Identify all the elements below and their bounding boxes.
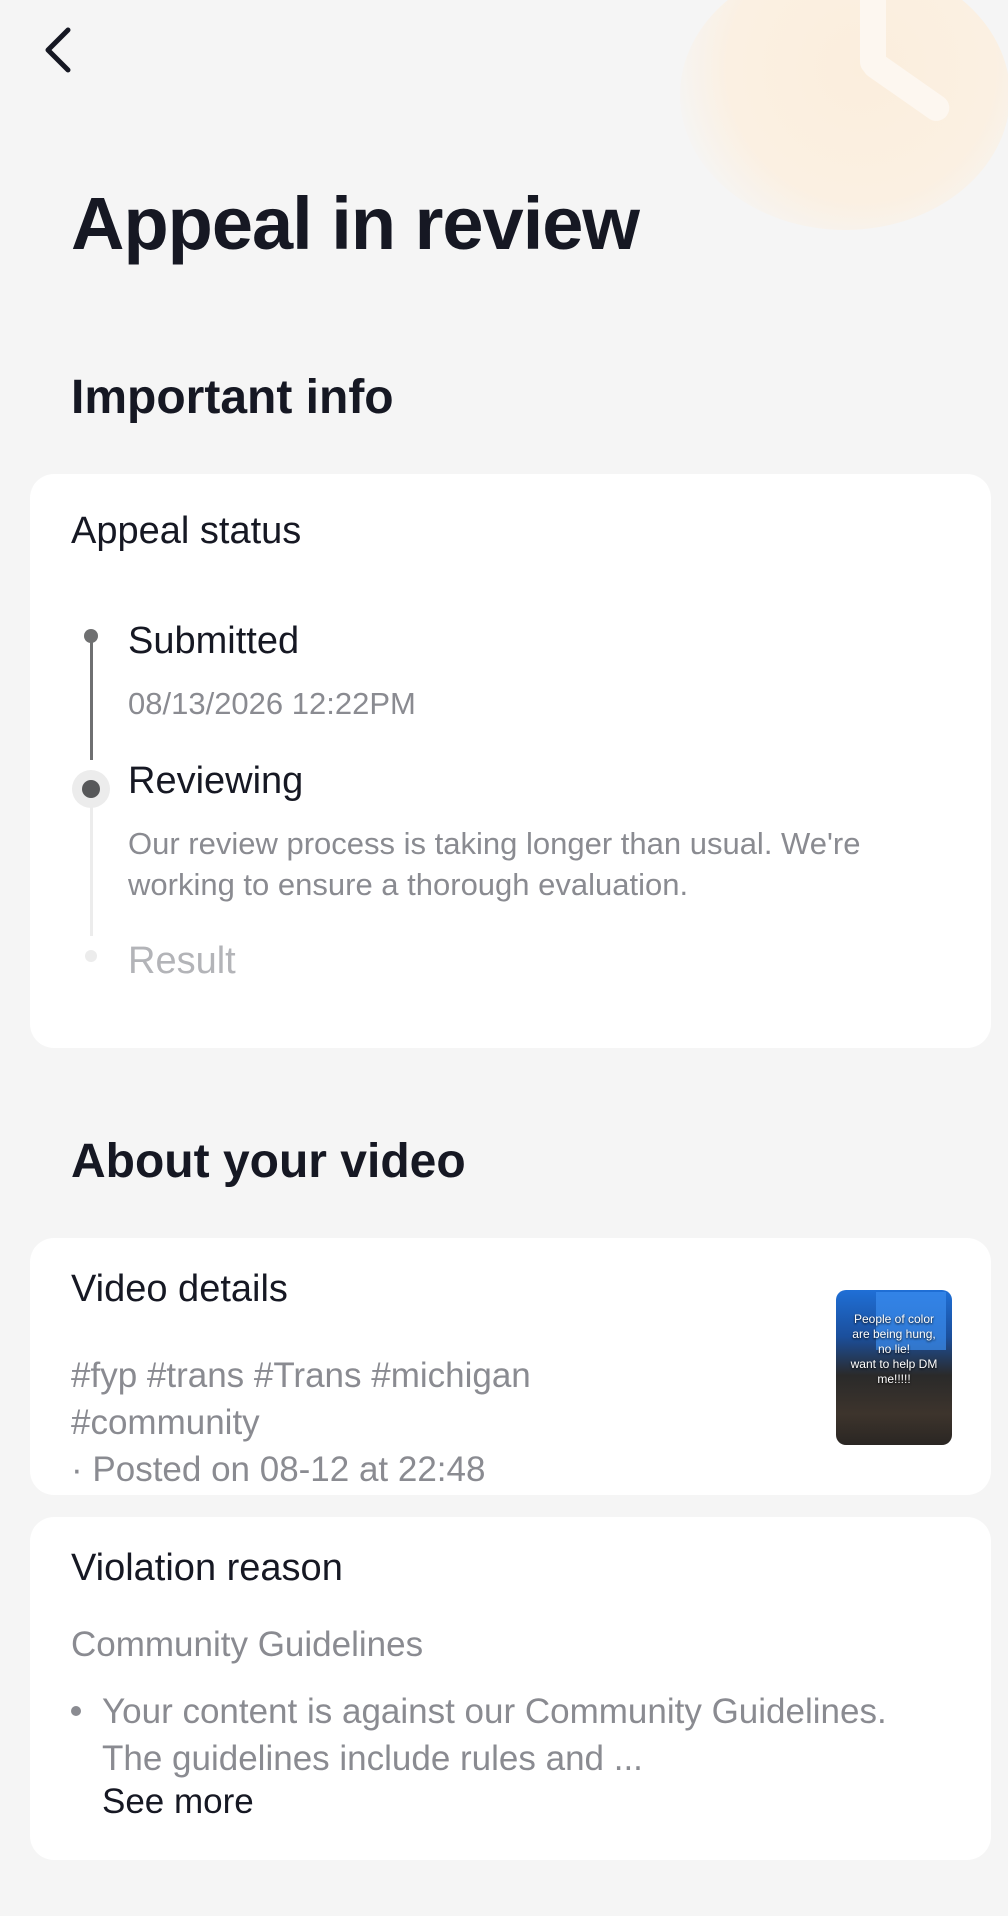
video-details-title: Video details: [71, 1268, 288, 1310]
violation-reason-card: Violation reason Community Guidelines Yo…: [30, 1517, 991, 1860]
background-clock-decoration: [680, 0, 1008, 230]
step-label-reviewing: Reviewing: [128, 760, 304, 802]
step-detail-submitted: 08/13/2026 12:22PM: [128, 686, 416, 721]
timeline-line-completed: [90, 636, 93, 760]
video-tags-line: #fyp #trans #Trans #michigan: [71, 1356, 531, 1395]
video-details-card[interactable]: Video details #fyp #trans #Trans #michig…: [30, 1238, 991, 1495]
step-dot-current: [72, 770, 110, 808]
step-dot-submitted: [84, 629, 98, 643]
chevron-left-icon: [45, 27, 71, 73]
back-button[interactable]: [36, 24, 84, 76]
video-tags: #fyp #trans #Trans #michigan #community …: [71, 1352, 651, 1493]
video-posted-date: · Posted on 08-12 at 22:48: [71, 1450, 486, 1489]
appeal-status-title: Appeal status: [71, 510, 302, 552]
see-more-link[interactable]: See more: [102, 1782, 254, 1822]
step-label-result: Result: [128, 940, 236, 982]
page-title: Appeal in review: [71, 182, 640, 265]
step-dot-pending: [85, 950, 97, 962]
video-tags-line: #community: [71, 1403, 260, 1442]
step-label-submitted: Submitted: [128, 620, 300, 662]
bullet-icon: [71, 1706, 81, 1716]
about-video-heading: About your video: [71, 1135, 466, 1188]
video-thumbnail[interactable]: People of color are being hung, no lie! …: [836, 1290, 952, 1445]
violation-category: Community Guidelines: [71, 1625, 424, 1664]
appeal-status-card: Appeal status Submitted 08/13/2026 12:22…: [30, 474, 991, 1048]
violation-reason-title: Violation reason: [71, 1547, 343, 1589]
thumbnail-caption: People of color are being hung, no lie! …: [850, 1312, 938, 1386]
violation-description: Your content is against our Community Gu…: [102, 1692, 887, 1778]
important-info-heading: Important info: [71, 371, 394, 424]
step-detail-reviewing: Our review process is taking longer than…: [128, 826, 861, 902]
timeline-line-pending: [90, 786, 93, 936]
